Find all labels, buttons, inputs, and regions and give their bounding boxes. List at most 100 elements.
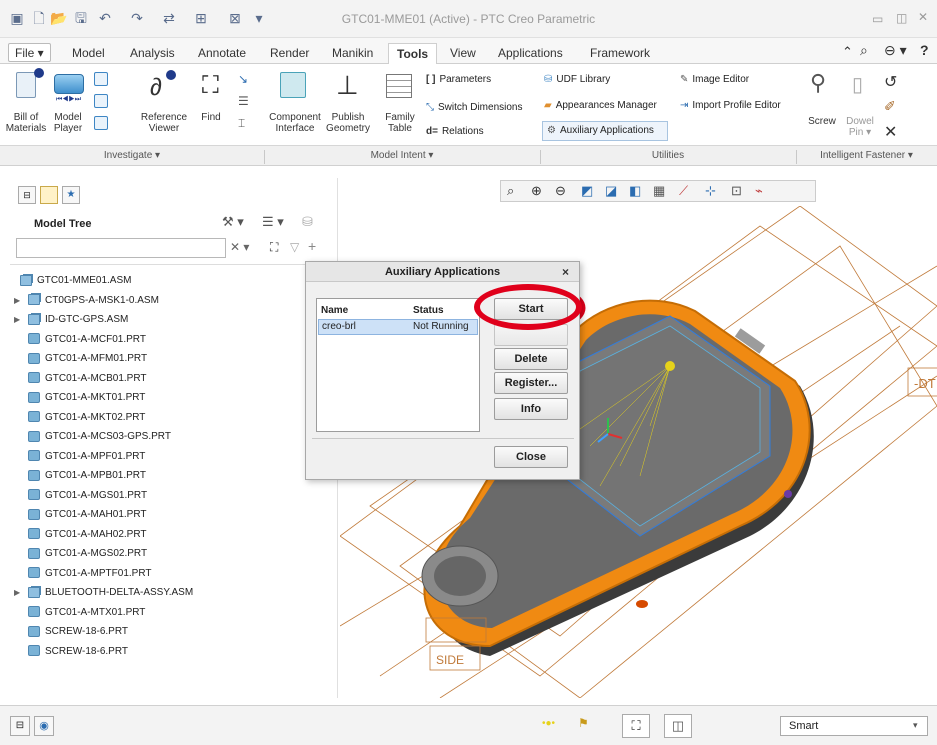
image-editor-button[interactable]: ✎ Image Editor: [680, 74, 790, 90]
family-table-button[interactable]: Family Table: [382, 68, 418, 144]
refit-icon[interactable]: ⌕: [507, 183, 514, 199]
expand-arrow-icon[interactable]: ▶: [14, 584, 24, 602]
column-header-name[interactable]: Name: [321, 305, 348, 316]
register-button[interactable]: Register...: [494, 372, 568, 394]
favorites-tab-icon[interactable]: ★: [62, 186, 80, 204]
applications-list[interactable]: Name Status creo-brl Not Running: [316, 298, 480, 432]
tab-model[interactable]: Model: [64, 43, 113, 64]
find-icon[interactable]: ⛶: [622, 714, 650, 738]
parameters-button[interactable]: [ ] Parameters: [426, 74, 536, 90]
tree-item[interactable]: GTC01-A-MGS02.PRT: [14, 545, 147, 563]
tree-item[interactable]: GTC01-A-MKT01.PRT: [14, 389, 145, 407]
tree-item[interactable]: GTC01-A-MCB01.PRT: [14, 370, 147, 388]
dowel-pin-button[interactable]: ▯ Dowel Pin ▾: [840, 68, 880, 144]
appearances-manager-button[interactable]: ▰ Appearances Manager: [544, 100, 684, 116]
annotation-display-icon[interactable]: ⊡: [731, 183, 742, 199]
tree-item[interactable]: GTC01-A-MKT02.PRT: [14, 409, 145, 427]
tab-file[interactable]: File ▾: [8, 43, 51, 62]
tab-applications[interactable]: Applications: [490, 43, 571, 64]
expand-arrow-icon[interactable]: ▶: [14, 311, 24, 329]
list-icon[interactable]: ☰: [238, 94, 249, 108]
sketch-display-icon[interactable]: ⌁: [755, 183, 763, 199]
find-icon[interactable]: ⛶: [270, 240, 278, 255]
group-investigate[interactable]: Investigate ▾: [0, 150, 264, 161]
tree-item[interactable]: ▶ BLUETOOTH-DELTA-ASSY.ASM: [14, 584, 193, 602]
datum-display-icon[interactable]: ⟋: [679, 183, 688, 199]
tree-item[interactable]: GTC01-A-MGS01.PRT: [14, 487, 147, 505]
tab-annotate[interactable]: Annotate: [190, 43, 254, 64]
find-button[interactable]: ⛶ Find: [196, 68, 232, 144]
model-tree-toggle-icon[interactable]: ◫: [664, 714, 692, 738]
folder-browser-tab-icon[interactable]: [40, 186, 58, 204]
tree-item[interactable]: GTC01-A-MPF01.PRT: [14, 448, 145, 466]
navigator-toggle-icon[interactable]: ⊟: [10, 716, 30, 736]
table-row[interactable]: creo-brl Not Running: [318, 319, 478, 335]
zoom-in-icon[interactable]: ⊕: [531, 183, 542, 199]
screw-button[interactable]: ⚲ Screw: [802, 68, 842, 144]
help-icon[interactable]: ?: [920, 42, 929, 58]
expand-arrow-icon[interactable]: ▶: [14, 292, 24, 310]
add-icon[interactable]: +: [308, 238, 316, 254]
browser-toggle-icon[interactable]: ◉: [34, 716, 54, 736]
close-dialog-button[interactable]: Close: [494, 446, 568, 468]
tree-item[interactable]: GTC01-A-MAH02.PRT: [14, 526, 147, 544]
tree-item[interactable]: GTC01-A-MFM01.PRT: [14, 350, 147, 368]
select-icon[interactable]: ↘: [238, 72, 248, 86]
tree-item[interactable]: GTC01-A-MPTF01.PRT: [14, 565, 152, 583]
tree-item[interactable]: GTC01-A-MCF01.PRT: [14, 331, 146, 349]
brush-icon[interactable]: ✐: [884, 98, 896, 115]
tab-analysis[interactable]: Analysis: [122, 43, 183, 64]
selection-filter-dropdown[interactable]: Smart ▾: [780, 716, 928, 736]
tree-item[interactable]: SCREW-18-6.PRT: [14, 643, 128, 661]
auxiliary-applications-button[interactable]: ⚙ Auxiliary Applications: [542, 121, 668, 141]
search-icon[interactable]: ⌕: [860, 42, 868, 59]
tree-item[interactable]: GTC01-A-MTX01.PRT: [14, 604, 145, 622]
tree-item[interactable]: GTC01-A-MCS03-GPS.PRT: [14, 428, 171, 446]
group-model-intent[interactable]: Model Intent ▾: [264, 150, 540, 161]
info-button[interactable]: Info: [494, 398, 568, 420]
tree-item[interactable]: SCREW-18-6.PRT: [14, 623, 128, 641]
refresh-icon[interactable]: ↺: [884, 72, 897, 92]
doc-icon[interactable]: [94, 72, 108, 86]
selected-items-icon[interactable]: ⚑: [578, 716, 589, 730]
settings-icon[interactable]: ⚒ ▾: [222, 214, 244, 230]
filter-icon[interactable]: ▽: [290, 240, 299, 254]
bill-of-materials-button[interactable]: Bill of Materials: [6, 68, 46, 144]
group-intelligent-fastener[interactable]: Intelligent Fastener ▾: [796, 150, 937, 161]
delete-button[interactable]: Delete: [494, 348, 568, 370]
reference-viewer-button[interactable]: ∂ Reference Viewer: [136, 68, 192, 144]
column-header-status[interactable]: Status: [413, 305, 444, 316]
display-style-icon[interactable]: ▦: [653, 183, 665, 199]
tree-item[interactable]: GTC01-A-MPB01.PRT: [14, 467, 146, 485]
tree-item[interactable]: GTC01-A-MAH01.PRT: [14, 506, 147, 524]
maximize-button[interactable]: ◫: [896, 11, 907, 25]
tab-render[interactable]: Render: [262, 43, 317, 64]
udf-library-button[interactable]: ⛁ UDF Library: [544, 74, 674, 90]
tree-item[interactable]: GTC01-MME01.ASM: [20, 272, 131, 290]
dialog-close-icon[interactable]: ×: [562, 265, 569, 279]
switch-dimensions-button[interactable]: ⤡ Switch Dimensions: [426, 102, 536, 118]
delete-icon[interactable]: ✕: [884, 122, 897, 142]
dimension-icon[interactable]: ⌶: [238, 116, 245, 131]
model-player-button[interactable]: ⏮◀▶⏭ Model Player: [46, 68, 90, 144]
repaint-icon[interactable]: ◩: [581, 183, 593, 199]
saved-orientations-icon[interactable]: ◪: [605, 183, 617, 199]
show-icon[interactable]: ☰ ▾: [262, 214, 284, 230]
relations-button[interactable]: d= Relations: [426, 126, 536, 142]
tree-filter-icon[interactable]: ⛁: [302, 214, 313, 230]
doc-icon[interactable]: [94, 116, 108, 130]
view-manager-icon[interactable]: ◧: [629, 183, 641, 199]
spin-center-icon[interactable]: ⊹: [705, 183, 716, 199]
tab-tools[interactable]: Tools: [388, 43, 438, 64]
import-profile-editor-button[interactable]: ⇥ Import Profile Editor: [680, 100, 800, 116]
zoom-out-icon[interactable]: ⊖: [555, 183, 566, 199]
options-icon[interactable]: ⊖ ▾: [884, 42, 907, 59]
tab-view[interactable]: View: [442, 43, 484, 64]
component-interface-button[interactable]: Component Interface: [268, 68, 321, 144]
publish-geometry-button[interactable]: ⊥ Publish Geometry: [326, 68, 370, 144]
tree-item[interactable]: ▶ ID-GTC-GPS.ASM: [14, 311, 128, 329]
close-button[interactable]: ✕: [918, 10, 928, 24]
tab-manikin[interactable]: Manikin: [324, 43, 381, 64]
tab-framework[interactable]: Framework: [582, 43, 658, 64]
doc-icon[interactable]: [94, 94, 108, 108]
